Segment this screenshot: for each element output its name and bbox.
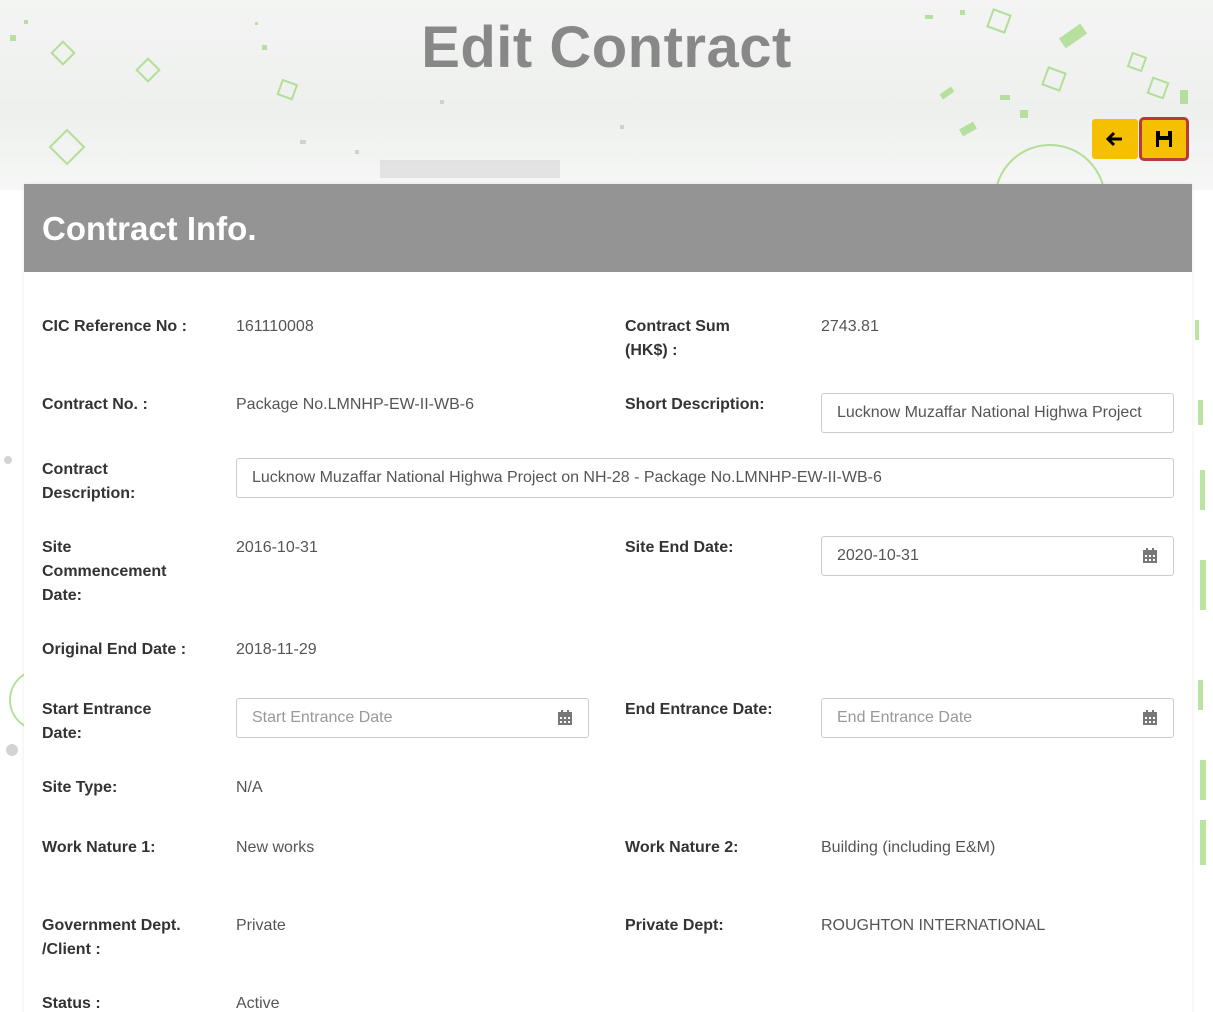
cic-reference-label: CIC Reference No : <box>42 318 187 335</box>
contract-description-label: Contract Description: <box>42 461 136 502</box>
short-description-input[interactable]: Lucknow Muzaffar National Highwa Project <box>821 393 1174 433</box>
panel-title: Contract Info. <box>24 184 1192 272</box>
work-nature-2-value: Building (including E&M) <box>821 839 996 856</box>
private-dept-value: ROUGHTON INTERNATIONAL <box>821 917 1046 934</box>
contract-no-value: Package No.LMNHP-EW-II-WB-6 <box>236 396 474 413</box>
status-value: Active <box>236 995 280 1012</box>
status-label: Status : <box>42 995 101 1012</box>
page-title: Edit Contract <box>421 15 792 80</box>
contract-sum-value: 2743.81 <box>821 318 879 335</box>
site-type-value: N/A <box>236 779 263 796</box>
calendar-icon <box>1142 548 1157 563</box>
contract-no-label: Contract No. : <box>42 396 148 413</box>
arrow-left-icon <box>1106 131 1122 147</box>
floppy-disk-icon <box>1156 131 1172 147</box>
government-dept-value: Private <box>236 917 286 934</box>
end-entrance-date-input[interactable]: End Entrance Date <box>821 698 1127 738</box>
original-end-date-label: Original End Date : <box>42 641 187 658</box>
back-button[interactable] <box>1092 119 1138 159</box>
site-commencement-value: 2016-10-31 <box>236 539 318 556</box>
site-type-label: Site Type: <box>42 779 118 796</box>
work-nature-1-value: New works <box>236 839 315 856</box>
calendar-icon <box>557 710 572 725</box>
end-entrance-date-calendar-button[interactable] <box>1126 698 1174 738</box>
cic-reference-value: 161110008 <box>236 318 314 335</box>
private-dept-label: Private Dept: <box>625 917 724 934</box>
start-entrance-date-calendar-button[interactable] <box>541 698 589 738</box>
site-end-date-label: Site End Date: <box>625 539 734 556</box>
contract-sum-label: Contract Sum (HK$) : <box>625 318 730 359</box>
save-button[interactable] <box>1139 117 1189 161</box>
contract-description-input[interactable]: Lucknow Muzaffar National Highwa Project… <box>236 458 1174 498</box>
start-entrance-date-input[interactable]: Start Entrance Date <box>236 698 542 738</box>
start-entrance-date-label: Start Entrance Date: <box>42 701 152 742</box>
calendar-icon <box>1142 710 1157 725</box>
original-end-date-value: 2018-11-29 <box>236 641 317 658</box>
contract-info-panel: Contract Info. CIC Reference No : 161110… <box>24 184 1192 1012</box>
government-dept-label: Government Dept. /Client : <box>42 917 181 958</box>
short-description-label: Short Description: <box>625 396 765 413</box>
site-commencement-label: Site Commencement Date: <box>42 539 167 604</box>
site-end-date-calendar-button[interactable] <box>1126 536 1174 576</box>
end-entrance-date-label: End Entrance Date: <box>625 701 773 718</box>
work-nature-2-label: Work Nature 2: <box>625 839 739 856</box>
site-end-date-input[interactable]: 2020-10-31 <box>821 536 1127 576</box>
work-nature-1-label: Work Nature 1: <box>42 839 156 856</box>
